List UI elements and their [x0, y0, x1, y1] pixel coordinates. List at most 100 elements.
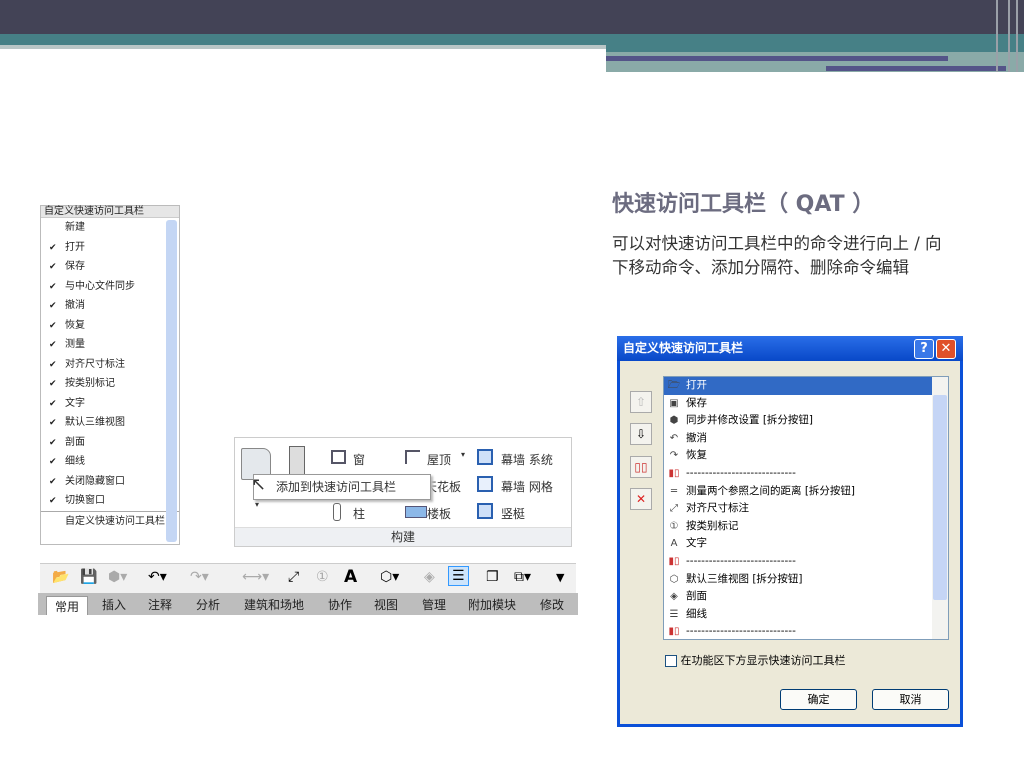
tab-4[interactable]: 建筑和场地 — [244, 596, 304, 613]
window-label[interactable]: 窗 — [353, 451, 365, 468]
list-item[interactable]: 🗁 打开 — [664, 377, 932, 395]
text-icon[interactable]: A — [344, 567, 357, 587]
mullion-label[interactable]: 竖梃 — [501, 505, 525, 522]
customize-dropdown-icon[interactable]: ▼ — [556, 571, 564, 584]
list-item-label: ----------------------------- — [686, 625, 796, 638]
list-item-label: 按类别标记 — [686, 519, 739, 532]
tab-6[interactable]: 视图 — [374, 596, 398, 613]
redo-icon: ↷ — [669, 450, 679, 462]
curtain-system-label[interactable]: 幕墙 系统 — [501, 451, 553, 468]
tab-9[interactable]: 修改 — [540, 596, 564, 613]
switch-windows-icon[interactable]: ⧉▾ — [514, 569, 531, 585]
roof-label[interactable]: 屋顶 — [427, 451, 451, 468]
tooltip: 添加到快速访问工具栏 — [253, 474, 431, 500]
mullion-icon[interactable] — [477, 503, 493, 519]
list-item[interactable]: A 文字 — [664, 535, 948, 553]
curtain-system-icon[interactable] — [477, 449, 493, 465]
chevron-down-icon[interactable]: ▾ — [255, 500, 259, 509]
menu-item[interactable]: ✔ 撤消 — [41, 296, 179, 316]
floor-icon[interactable] — [405, 506, 427, 518]
list-item[interactable]: ↷ 恢复 — [664, 447, 948, 465]
list-item[interactable]: ▮▯ ----------------------------- — [664, 553, 948, 571]
check-icon: ✔ — [49, 262, 57, 272]
help-button[interactable]: ? — [914, 339, 934, 359]
list-item[interactable]: ▣ 保存 — [664, 395, 948, 413]
menu-item[interactable]: ✔ 默认三维视图 — [41, 413, 179, 433]
menu-item[interactable]: ✔ 细线 — [41, 452, 179, 472]
tab-1[interactable]: 插入 — [102, 596, 126, 613]
customize-qat-dialog: 自定义快速访问工具栏 ? ✕ ⇧ ⇩ ▯▯ ✕ 🗁 打开 ▣ 保存 ⬢ 同步并修改设置 [… — [617, 336, 963, 727]
list-item[interactable]: ⤢ 对齐尺寸标注 — [664, 500, 948, 518]
menu-item-label: 对齐尺寸标注 — [65, 358, 125, 370]
separator-icon: ▮▯ — [668, 555, 680, 567]
list-item[interactable]: ═ 测量两个参照之间的距离 [拆分按钮] — [664, 483, 948, 501]
list-item[interactable]: ▮▯ ----------------------------- — [664, 623, 948, 639]
undo-icon[interactable]: ↶▾ — [148, 569, 167, 585]
delete-button[interactable]: ✕ — [630, 488, 652, 510]
command-list[interactable]: 🗁 打开 ▣ 保存 ⬢ 同步并修改设置 [拆分按钮] ↶ 撤消 ↷ 恢复 ▮▯ -----------… — [663, 376, 949, 640]
chevron-down-icon[interactable]: ▾ — [461, 450, 465, 459]
menu-item-customize[interactable]: 自定义快速访问工具栏 — [41, 510, 179, 531]
list-item[interactable]: ⬡ 默认三维视图 [拆分按钮] — [664, 571, 948, 589]
window-icon[interactable] — [331, 450, 346, 464]
tab-3[interactable]: 分析 — [196, 596, 220, 613]
menu-item[interactable]: ✔ 恢复 — [41, 316, 179, 336]
add-separator-button[interactable]: ▯▯ — [630, 456, 652, 478]
list-item[interactable]: ▮▯ ----------------------------- — [664, 465, 948, 483]
list-item-label: 对齐尺寸标注 — [686, 502, 749, 515]
show-below-ribbon-checkbox[interactable]: 在功能区下方显示快速访问工具栏 — [665, 652, 846, 668]
column-label[interactable]: 柱 — [353, 505, 365, 522]
section-icon[interactable]: ◈ — [424, 569, 435, 585]
menu-item[interactable]: ✔ 文字 — [41, 394, 179, 414]
list-item[interactable]: ⬢ 同步并修改设置 [拆分按钮] — [664, 412, 948, 430]
column-icon[interactable] — [333, 503, 341, 521]
list-item[interactable]: ☰ 细线 — [664, 606, 948, 624]
tab-8[interactable]: 附加模块 — [468, 596, 516, 613]
check-icon: ✔ — [49, 476, 57, 487]
list-item[interactable]: ↶ 撤消 — [664, 430, 948, 448]
header-line — [1008, 0, 1010, 72]
list-item[interactable]: ◈ 剖面 — [664, 588, 948, 606]
thin-lines-icon[interactable]: ☰ — [448, 566, 469, 586]
tab-0[interactable]: 常用 — [46, 596, 89, 615]
menu-item[interactable]: ✔ 关闭隐藏窗口 — [41, 472, 179, 492]
menu-item[interactable]: ✔ 按类别标记 — [41, 374, 179, 394]
menu-item[interactable]: ✔ 剖面 — [41, 433, 179, 453]
checkbox-box[interactable] — [665, 655, 677, 667]
ok-button[interactable]: 确定 — [780, 689, 857, 710]
cancel-button[interactable]: 取消 — [872, 689, 949, 710]
open-icon[interactable]: 📂 — [52, 569, 69, 585]
close-hidden-windows-icon[interactable]: ❐ — [486, 569, 499, 585]
menu-item[interactable]: ✔ 测量 — [41, 335, 179, 355]
list-item[interactable]: ① 按类别标记 — [664, 518, 948, 536]
menu-item-label: 保存 — [65, 261, 85, 272]
menu-item[interactable]: ✔ 打开 — [41, 238, 179, 258]
tab-2[interactable]: 注释 — [148, 596, 172, 613]
menu-item[interactable]: ✔ 与中心文件同步 — [41, 277, 179, 297]
move-down-button[interactable]: ⇩ — [630, 423, 652, 445]
header-accent-bar — [606, 56, 948, 61]
menu-item[interactable]: ✔ 对齐尺寸标注 — [41, 355, 179, 375]
header-line — [1016, 0, 1018, 72]
tab-5[interactable]: 协作 — [328, 596, 352, 613]
tag-icon[interactable]: ① — [316, 569, 329, 585]
menu-item[interactable]: ✔ 切换窗口 — [41, 491, 179, 511]
3d-view-icon[interactable]: ⬡▾ — [380, 569, 399, 585]
tab-7[interactable]: 管理 — [422, 596, 446, 613]
close-button[interactable]: ✕ — [936, 339, 956, 359]
move-up-button[interactable]: ⇧ — [630, 391, 652, 413]
roof-icon[interactable] — [405, 450, 420, 464]
curtain-grid-icon[interactable] — [477, 476, 493, 492]
scrollbar[interactable] — [166, 220, 177, 542]
redo-icon[interactable]: ↷▾ — [190, 569, 209, 585]
sync-icon[interactable]: ⬢▾ — [108, 569, 127, 585]
scrollbar-thumb[interactable] — [933, 395, 947, 600]
curtain-grid-label[interactable]: 幕墙 网格 — [501, 478, 553, 495]
save-icon[interactable]: 💾 — [80, 569, 97, 585]
list-scrollbar[interactable] — [932, 377, 948, 639]
menu-item[interactable]: ✔ 保存 — [41, 257, 179, 277]
measure-icon[interactable]: ⟷▾ — [242, 569, 269, 585]
floor-label[interactable]: 楼板 — [427, 505, 451, 522]
aligned-dimension-icon[interactable]: ⤢ — [288, 569, 299, 585]
menu-item[interactable]: 新建 — [41, 218, 179, 238]
